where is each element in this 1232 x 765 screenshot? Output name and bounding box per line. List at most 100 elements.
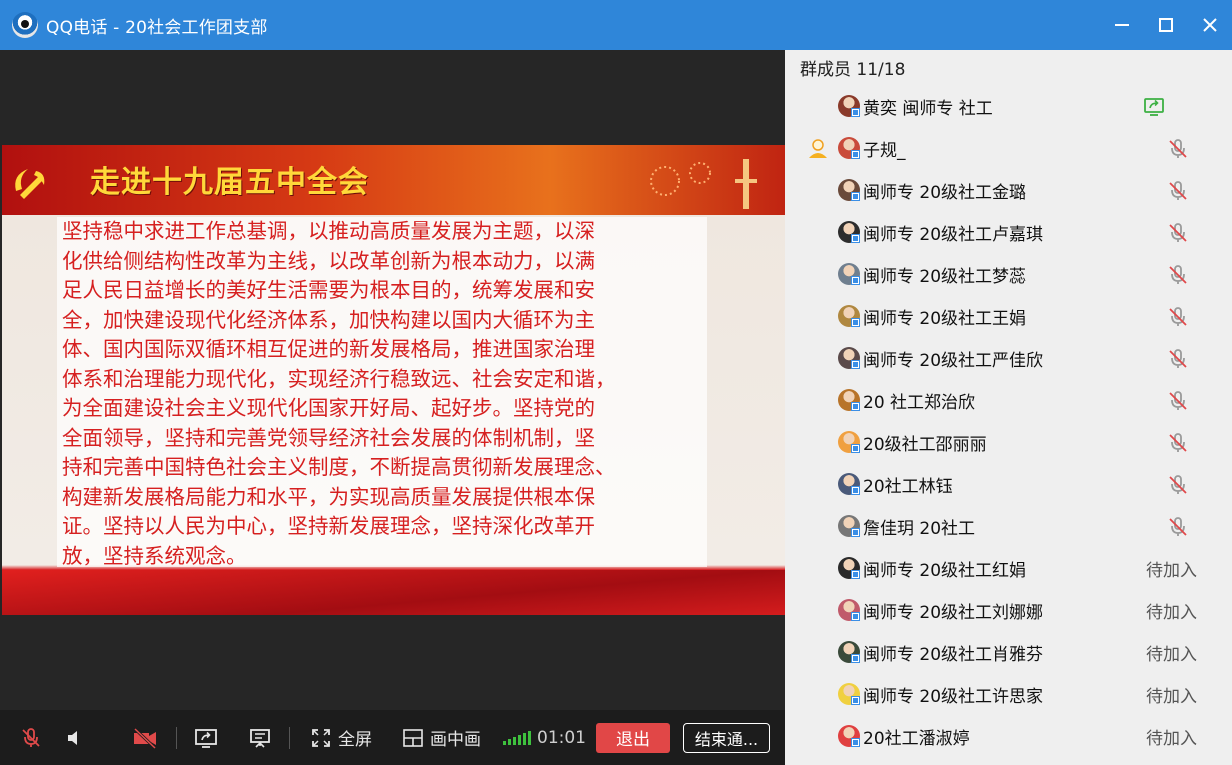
- member-row[interactable]: 闽师专 20级社工金璐: [785, 169, 1232, 211]
- demo-button[interactable]: [245, 723, 275, 753]
- picture-in-picture-icon: [403, 728, 423, 747]
- member-name: 闽师专 20级社工卢嘉琪: [863, 224, 1044, 245]
- shared-screen-view[interactable]: 走进十九届五中全会 坚持稳中求进工作总基调，以推动高质量发展为主题，以深 化供给…: [0, 50, 785, 710]
- fullscreen-button[interactable]: 全屏: [310, 725, 372, 750]
- device-badge-icon: [851, 150, 860, 159]
- slide-text-line: 坚持稳中求进工作总基调，以推动高质量发展为主题，以深: [62, 219, 595, 243]
- member-row[interactable]: 闽师专 20级社工红娟 待加入: [785, 547, 1232, 589]
- member-name: 20社工林钰: [863, 476, 953, 497]
- slide-text-line: 足人民日益增长的美好生活需要为根本目的，统筹发展和安: [62, 278, 595, 302]
- camera-toggle-button[interactable]: [130, 723, 160, 753]
- picture-in-picture-button[interactable]: 画中画: [402, 725, 481, 750]
- host-user-icon: [807, 137, 829, 159]
- member-name: 闽师专 20级社工梦蕊: [863, 266, 1027, 287]
- maximize-button[interactable]: [1144, 0, 1188, 50]
- member-name: 闽师专 20级社工金璐: [863, 182, 1027, 203]
- slide-text-line: 构建新发展格局能力和水平，为实现高质量发展提供根本保: [62, 484, 595, 509]
- window-controls: [1100, 0, 1232, 50]
- device-badge-icon: [851, 654, 860, 663]
- member-row[interactable]: 詹佳玥 20社工: [785, 505, 1232, 547]
- member-status: 待加入: [1146, 560, 1197, 581]
- speaker-button[interactable]: [60, 723, 90, 753]
- member-name: 闽师专 20级社工许思家: [863, 686, 1044, 707]
- slide-footer-wave: [2, 570, 785, 615]
- presentation-slide: 走进十九届五中全会 坚持稳中求进工作总基调，以推动高质量发展为主题，以深 化供给…: [2, 145, 785, 665]
- member-name: 詹佳玥 20社工: [863, 518, 976, 539]
- member-name: 20级社工邵丽丽: [863, 434, 987, 455]
- slide-text-line: 放，坚持系统观念。: [62, 543, 247, 568]
- device-badge-icon: [851, 570, 860, 579]
- device-badge-icon: [851, 696, 860, 705]
- device-badge-icon: [851, 528, 860, 537]
- mic-muted-icon: [1167, 516, 1189, 538]
- member-name: 闽师专 20级社工红娟: [863, 560, 1027, 581]
- fullscreen-icon: [312, 728, 330, 747]
- slide-text-line: 体系和治理能力现代化，实现经济行稳致远、社会安定和谐，: [62, 366, 616, 391]
- slide-text-line: 证。坚持以人民为中心，坚持新发展理念，坚持深化改革开: [62, 514, 595, 538]
- share-screen-button[interactable]: [191, 723, 221, 753]
- title-bar: QQ电话 - 20社会工作团支部: [0, 0, 1232, 50]
- member-row[interactable]: 闽师专 20级社工许思家 待加入: [785, 673, 1232, 715]
- network-signal-icon: [503, 730, 531, 745]
- call-toolbar: 全屏 画中画 01:01 退出 结束通...: [0, 710, 785, 765]
- mic-muted-icon: [1167, 390, 1189, 412]
- member-row[interactable]: 闽师专 20级社工刘娜娜 待加入: [785, 589, 1232, 631]
- mic-muted-icon: [1167, 222, 1189, 244]
- presentation-icon: [250, 728, 270, 748]
- slide-text-line: 体、国内国际双循环相互促进的新发展格局，推进国家治理: [62, 337, 595, 361]
- member-panel: 群成员 11/18 黄奕 闽师专 社工 子规_ 闽师专 20级社工金璐 闽师专 20级…: [785, 50, 1232, 765]
- member-row[interactable]: 20社工林钰: [785, 463, 1232, 505]
- speaker-icon: [68, 730, 77, 745]
- member-row[interactable]: 20 社工郑治欣: [785, 379, 1232, 421]
- mic-muted-icon: [1167, 180, 1189, 202]
- member-row[interactable]: 20社工潘淑婷 待加入: [785, 715, 1232, 757]
- member-row[interactable]: 子规_: [785, 127, 1232, 169]
- pip-label: 画中画: [430, 730, 481, 750]
- member-list: 黄奕 闽师专 社工 子规_ 闽师专 20级社工金璐 闽师专 20级社工卢嘉琪 闽师专 2…: [785, 85, 1232, 757]
- call-timer: 01:01: [537, 727, 586, 748]
- device-badge-icon: [851, 276, 860, 285]
- member-status: 待加入: [1146, 602, 1197, 623]
- slide-text-line: 化供给侧结构性改革为主线，以改革创新为根本动力，以满: [62, 248, 595, 273]
- device-badge-icon: [851, 318, 860, 327]
- mic-toggle-button[interactable]: [16, 723, 46, 753]
- mic-muted-icon: [1167, 474, 1189, 496]
- member-row[interactable]: 闽师专 20级社工王娟: [785, 295, 1232, 337]
- mic-muted-icon: [1167, 138, 1189, 160]
- member-row[interactable]: 闽师专 20级社工卢嘉琪: [785, 211, 1232, 253]
- end-call-button[interactable]: 结束通...: [683, 722, 770, 753]
- member-status: 待加入: [1146, 644, 1197, 665]
- close-button[interactable]: [1188, 0, 1232, 50]
- fullscreen-label: 全屏: [338, 730, 372, 750]
- member-row[interactable]: 闽师专 20级社工梦蕊: [785, 253, 1232, 295]
- device-badge-icon: [851, 234, 860, 243]
- member-status: 待加入: [1146, 728, 1197, 749]
- screen-share-icon: [1143, 96, 1165, 118]
- slide-title: 走进十九届五中全会: [90, 165, 369, 200]
- toolbar-divider: [176, 726, 177, 749]
- member-name: 20社工潘淑婷: [863, 728, 970, 749]
- close-icon: [1203, 18, 1217, 32]
- slide-text-line: 全面领导，坚持和完善党领导经济社会发展的体制机制，坚: [62, 425, 595, 450]
- slide-bottom-margin: [2, 615, 785, 665]
- member-name: 闽师专 20级社工严佳欣: [863, 350, 1044, 371]
- member-row[interactable]: 闽师专 20级社工严佳欣: [785, 337, 1232, 379]
- member-row[interactable]: 闽师专 20级社工肖雅芬 待加入: [785, 631, 1232, 673]
- mic-muted-icon: [1167, 348, 1189, 370]
- slide-decoration-icon: [650, 159, 757, 209]
- member-row[interactable]: 20级社工邵丽丽: [785, 421, 1232, 463]
- toolbar-divider: [289, 726, 290, 749]
- device-badge-icon: [851, 612, 860, 621]
- mic-muted-icon: [1167, 306, 1189, 328]
- exit-button[interactable]: 退出: [596, 722, 670, 753]
- minimize-button[interactable]: [1100, 0, 1144, 50]
- qq-logo-icon: [12, 12, 38, 38]
- member-name: 闽师专 20级社工肖雅芬: [863, 644, 1044, 665]
- mic-muted-icon: [1167, 432, 1189, 454]
- minimize-icon: [1115, 24, 1129, 26]
- device-badge-icon: [851, 738, 860, 747]
- member-name: 子规_: [863, 140, 906, 161]
- slide-text-line: 全，加快建设现代化经济体系，加快构建以国内大循环为主: [62, 307, 595, 332]
- device-badge-icon: [851, 192, 860, 201]
- member-row[interactable]: 黄奕 闽师专 社工: [785, 85, 1232, 127]
